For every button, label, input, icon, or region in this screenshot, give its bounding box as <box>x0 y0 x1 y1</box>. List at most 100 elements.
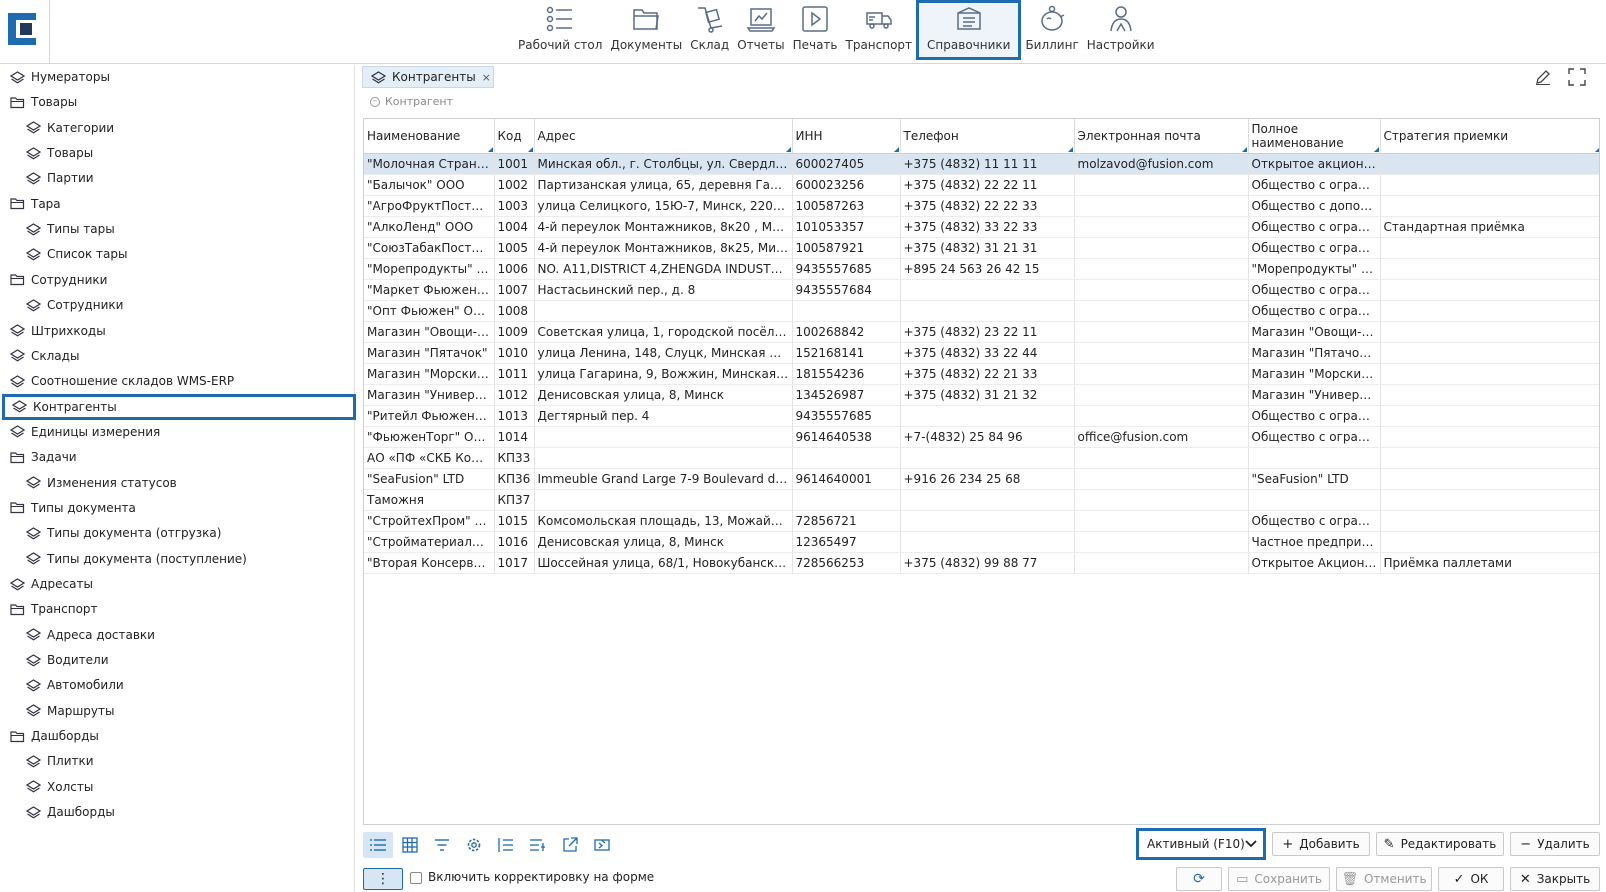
table-cell[interactable]: 1004 <box>494 216 535 238</box>
table-cell[interactable]: +375 (4832) 31 21 31 <box>900 237 1075 259</box>
sidebar-item-11[interactable]: Склады <box>10 345 79 367</box>
table-cell[interactable]: +375 (4832) 22 22 33 <box>900 195 1075 217</box>
table-row[interactable]: "Морепродукты" LTD 1006 NO. A11,DISTRICT 4… <box>364 258 1599 280</box>
tab-counterparties[interactable]: Контрагенты × <box>362 66 494 88</box>
table-row[interactable]: "Молочная Страна" ... 1001 Минская обл., г… <box>364 153 1599 175</box>
table-cell[interactable]: 1017 <box>494 552 535 574</box>
table-cell[interactable]: +375 (4832) 99 88 77 <box>900 552 1075 574</box>
table-cell[interactable]: +375 (4832) 22 21 33 <box>900 363 1075 385</box>
table-cell[interactable]: +375 (4832) 33 22 33 <box>900 216 1075 238</box>
table-cell[interactable]: Общество с огранич... <box>1248 300 1381 322</box>
table-cell[interactable] <box>1074 405 1249 427</box>
sidebar-item-2[interactable]: Категории <box>26 117 114 139</box>
sidebar-item-28[interactable]: Холсты <box>26 776 93 798</box>
table-cell[interactable]: Immeuble Grand Large 7-9 Boulevard de Du… <box>534 468 793 490</box>
table-cell[interactable]: Магазин "Морские п... <box>364 363 495 385</box>
table-cell[interactable]: 72856721 <box>792 510 901 532</box>
table-cell[interactable]: 1009 <box>494 321 535 343</box>
table-cell[interactable]: 1011 <box>494 363 535 385</box>
nav-item-1[interactable]: Документы <box>606 0 686 60</box>
table-cell[interactable]: +375 (4832) 33 22 44 <box>900 342 1075 364</box>
sidebar-item-26[interactable]: Дашборды <box>10 725 99 747</box>
sidebar-item-1[interactable]: Товары <box>10 91 77 113</box>
group-header[interactable]: – Контрагент <box>370 95 453 108</box>
table-cell[interactable] <box>1074 468 1249 490</box>
app-logo[interactable] <box>0 0 50 64</box>
table-cell[interactable]: +895 24 563 26 42 15 <box>900 258 1075 280</box>
table-cell[interactable]: улица Ленина, 148, Слуцк, Минская област… <box>534 342 793 364</box>
table-cell[interactable]: 101053357 <box>792 216 901 238</box>
table-cell[interactable]: 1006 <box>494 258 535 280</box>
sidebar-item-5[interactable]: Тара <box>10 193 61 215</box>
table-cell[interactable]: 1010 <box>494 342 535 364</box>
sidebar-item-17[interactable]: Типы документа <box>10 497 136 519</box>
nav-item-0[interactable]: Рабочий стол <box>514 0 606 60</box>
table-cell[interactable]: NO. A11,DISTRICT 4,ZHENGDA INDUSTRIAL P.… <box>534 258 793 280</box>
table-cell[interactable]: "Опт Фьюжен" ООО <box>364 300 495 322</box>
table-cell[interactable]: Магазин "Универсал... <box>1248 384 1381 406</box>
ok-button[interactable]: ✓ ОК <box>1438 867 1504 891</box>
column-header-2[interactable]: Адрес <box>534 119 793 154</box>
table-cell[interactable]: "АгроФруктПоставка... <box>364 195 495 217</box>
table-cell[interactable] <box>1380 153 1599 175</box>
table-cell[interactable]: Магазин "Овощи-фр... <box>1248 321 1381 343</box>
table-cell[interactable]: Денисовская улица, 8, Минск <box>534 531 793 553</box>
sidebar-item-29[interactable]: Дашборды <box>26 801 115 823</box>
table-cell[interactable]: "SeaFusion" LTD <box>364 468 495 490</box>
table-cell[interactable] <box>1380 279 1599 301</box>
table-row[interactable]: "ФьюженТорг" ООО 1014 9614640538 +7-(4832) … <box>364 426 1599 448</box>
table-row[interactable]: "АлкоЛенд" ООО 1004 4-й переулок Монтажник… <box>364 216 1599 238</box>
table-cell[interactable]: 1008 <box>494 300 535 322</box>
tab-close-icon[interactable]: × <box>482 71 491 84</box>
table-cell[interactable] <box>1248 447 1381 469</box>
save-button[interactable]: ▭ Сохранить <box>1228 867 1330 891</box>
table-cell[interactable]: +375 (4832) 22 22 11 <box>900 174 1075 196</box>
table-cell[interactable] <box>1380 531 1599 553</box>
table-cell[interactable] <box>1074 447 1249 469</box>
table-cell[interactable]: КП37 <box>494 489 535 511</box>
table-cell[interactable]: КП33 <box>494 447 535 469</box>
table-cell[interactable]: 134526987 <box>792 384 901 406</box>
column-resize-handle[interactable] <box>487 146 493 152</box>
table-cell[interactable]: "Морепродукты" LTD <box>1248 258 1381 280</box>
filter-button[interactable] <box>427 832 457 858</box>
table-row[interactable]: "Ритейл Фьюжен" О... 1013 Дегтярный пер. 4… <box>364 405 1599 427</box>
table-cell[interactable]: Открытое Акционер... <box>1248 552 1381 574</box>
sidebar-item-3[interactable]: Товары <box>26 142 93 164</box>
table-cell[interactable]: 1007 <box>494 279 535 301</box>
table-cell[interactable]: 1012 <box>494 384 535 406</box>
table-cell[interactable] <box>792 447 901 469</box>
sidebar-item-12[interactable]: Соотношение складов WMS-ERP <box>10 370 234 392</box>
table-cell[interactable]: 4-й переулок Монтажников, 8к25, Минск <box>534 237 793 259</box>
table-cell[interactable]: +7-(4832) 25 84 96 <box>900 426 1075 448</box>
column-resize-handle[interactable] <box>1067 146 1073 152</box>
table-cell[interactable]: Комсомольская площадь, 13, Можайск, Мо..… <box>534 510 793 532</box>
sidebar-item-23[interactable]: Водители <box>26 649 109 671</box>
sidebar-item-22[interactable]: Адреса доставки <box>26 624 155 646</box>
table-cell[interactable] <box>1380 363 1599 385</box>
more-menu-button[interactable]: ⋮ <box>363 868 403 890</box>
table-cell[interactable]: 9435557685 <box>792 405 901 427</box>
sidebar-item-6[interactable]: Типы тары <box>26 218 115 240</box>
group-rows-button[interactable] <box>523 832 553 858</box>
sidebar-item-18[interactable]: Типы документа (отгрузка) <box>26 522 221 544</box>
table-row[interactable]: "АгроФруктПоставка...1003улица Селицкого… <box>364 195 1599 217</box>
table-row[interactable]: Магазин "Морские п... 1011 улица Гагарина,… <box>364 363 1599 385</box>
table-cell[interactable]: "СтройтехПром" ООО <box>364 510 495 532</box>
table-cell[interactable] <box>792 489 901 511</box>
delete-button[interactable]: − Удалить <box>1510 832 1600 856</box>
sidebar-item-10[interactable]: Штрихкоды <box>10 320 106 342</box>
table-cell[interactable] <box>1380 342 1599 364</box>
table-cell[interactable] <box>1380 468 1599 490</box>
table-cell[interactable]: Партизанская улица, 65, деревня Ганчицы,… <box>534 174 793 196</box>
table-cell[interactable]: "СоюзТабакПоставка... <box>364 237 495 259</box>
table-cell[interactable]: "АлкоЛенд" ООО <box>364 216 495 238</box>
table-cell[interactable] <box>1380 258 1599 280</box>
table-cell[interactable]: 1005 <box>494 237 535 259</box>
table-cell[interactable]: 100587263 <box>792 195 901 217</box>
table-cell[interactable]: Денисовская улица, 8, Минск <box>534 384 793 406</box>
table-cell[interactable]: 100587921 <box>792 237 901 259</box>
table-row[interactable]: Таможня КП37 <box>364 489 1599 511</box>
numbered-list-button[interactable] <box>491 832 521 858</box>
column-resize-handle[interactable] <box>527 146 533 152</box>
